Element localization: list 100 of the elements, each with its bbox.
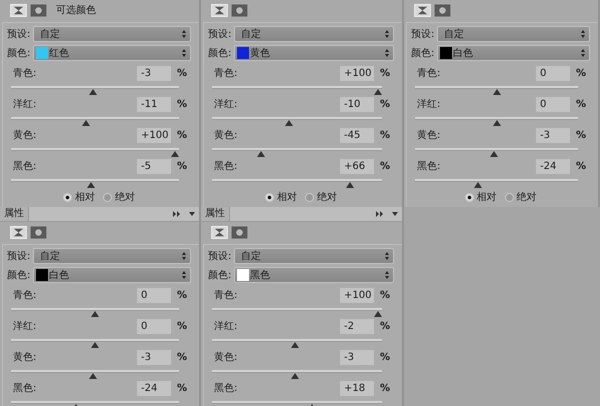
percent-unit: %	[380, 130, 390, 140]
slider-thumb[interactable]	[91, 311, 99, 317]
slider-thumb[interactable]	[492, 89, 500, 95]
color-dropdown[interactable]: 红色	[33, 45, 191, 61]
value-field[interactable]: 0	[536, 96, 570, 112]
value-field[interactable]: -24	[137, 380, 171, 396]
slider-thumb[interactable]	[91, 342, 99, 348]
preset-dropdown[interactable]: 自定	[33, 26, 191, 42]
value-field[interactable]: +18	[340, 380, 374, 396]
mask-icon[interactable]	[30, 4, 47, 16]
slider-thumb[interactable]	[82, 120, 90, 126]
value-field[interactable]: 0	[137, 288, 171, 302]
value-field[interactable]: +66	[340, 158, 374, 174]
preset-dropdown[interactable]: 自定	[33, 248, 191, 264]
radio-option[interactable]: 绝对	[504, 190, 536, 204]
preset-dropdown[interactable]: 自定	[437, 26, 590, 42]
mask-icon[interactable]	[231, 4, 248, 16]
color-label: 颜色:	[208, 46, 232, 60]
radio-option[interactable]: 相对	[63, 190, 95, 204]
value-field[interactable]: +100	[137, 128, 171, 142]
menu-icon[interactable]	[189, 212, 195, 216]
slider-label: 黑色:	[213, 160, 238, 173]
mask-icon[interactable]	[231, 226, 248, 238]
adjustment-icon[interactable]	[211, 226, 228, 238]
percent-unit: %	[380, 320, 390, 332]
color-dropdown[interactable]: 黄色	[234, 45, 394, 61]
radio-button[interactable]	[464, 192, 474, 202]
preset-dropdown[interactable]: 自定	[234, 26, 394, 42]
radio-option[interactable]: 相对	[464, 190, 496, 204]
radio-button[interactable]	[103, 192, 112, 202]
adjustment-icon[interactable]	[10, 226, 27, 238]
slider-thumb[interactable]	[284, 120, 293, 126]
value-field[interactable]: +100	[340, 288, 374, 302]
value-field[interactable]: +100	[340, 66, 374, 80]
percent-unit: %	[576, 68, 586, 78]
slider-label: 青色:	[12, 288, 38, 302]
value-field[interactable]: 0	[137, 318, 171, 334]
properties-tab[interactable]: 属性	[0, 207, 29, 221]
slider-thumb[interactable]	[256, 151, 265, 157]
collapse-icon[interactable]	[376, 211, 384, 217]
value-field[interactable]: -3	[137, 66, 171, 80]
properties-tab[interactable]: 属性	[201, 207, 230, 221]
percent-unit: %	[380, 352, 390, 362]
slider-label: 青色:	[213, 66, 238, 80]
slider-thumb[interactable]	[374, 311, 382, 317]
slider-thumb[interactable]	[88, 373, 97, 379]
collapse-icon[interactable]	[173, 211, 181, 217]
menu-icon[interactable]	[392, 212, 398, 216]
slider-thumb[interactable]	[171, 151, 179, 157]
color-label: 颜色:	[411, 46, 436, 60]
percent-unit: %	[177, 98, 187, 110]
value-field[interactable]: -3	[536, 128, 570, 142]
percent-unit: %	[177, 68, 187, 78]
preset-label: 预设:	[208, 28, 232, 41]
caret-icon	[385, 252, 389, 260]
slider-label: 青色:	[213, 288, 238, 302]
radio-button[interactable]	[63, 192, 72, 202]
slider-thumb[interactable]	[290, 373, 299, 379]
slider-label: 黑色:	[12, 160, 38, 173]
slider-thumb[interactable]	[291, 342, 300, 348]
caret-icon	[385, 30, 389, 38]
value-field[interactable]: -3	[340, 350, 374, 364]
value-field[interactable]: -10	[340, 96, 374, 112]
preset-dropdown[interactable]: 自定	[234, 248, 394, 264]
value-field[interactable]: -24	[536, 158, 570, 174]
slider-label: 洋红:	[213, 320, 238, 333]
slider-thumb[interactable]	[346, 182, 354, 188]
mask-icon[interactable]	[30, 226, 47, 238]
adjustment-icon[interactable]	[10, 4, 27, 16]
slider-thumb[interactable]	[474, 182, 482, 188]
percent-unit: %	[177, 130, 187, 140]
slider-thumb[interactable]	[86, 182, 95, 188]
panel-title: 可选颜色	[56, 4, 96, 17]
value-field[interactable]: -2	[340, 318, 374, 334]
slider-label: 洋红:	[12, 320, 38, 333]
radio-button[interactable]	[305, 192, 314, 202]
value-field[interactable]: -11	[137, 96, 171, 112]
radio-button[interactable]	[265, 192, 274, 202]
slider-thumb[interactable]	[492, 120, 500, 126]
value-field[interactable]: -5	[137, 158, 171, 174]
percent-unit: %	[177, 160, 187, 172]
slider-thumb[interactable]	[490, 151, 498, 157]
value-field[interactable]: -3	[137, 350, 171, 364]
value-field[interactable]: -45	[340, 128, 374, 142]
slider-thumb[interactable]	[374, 89, 382, 95]
color-dropdown[interactable]: 白色	[33, 267, 191, 283]
radio-option[interactable]: 绝对	[103, 190, 135, 204]
caret-icon	[581, 30, 585, 38]
radio-option[interactable]: 相对	[265, 190, 297, 204]
color-dropdown[interactable]: 黑色	[234, 267, 394, 283]
color-dropdown[interactable]: 白色	[437, 45, 590, 61]
value-field[interactable]: 0	[536, 66, 570, 80]
radio-option[interactable]: 绝对	[305, 190, 337, 204]
adjustment-icon[interactable]	[211, 4, 228, 16]
slider-thumb[interactable]	[88, 89, 97, 95]
caret-icon	[581, 49, 585, 57]
mask-icon[interactable]	[434, 4, 451, 16]
preset-label: 预设:	[7, 250, 32, 263]
radio-button[interactable]	[504, 192, 514, 202]
adjustment-icon[interactable]	[414, 4, 431, 16]
